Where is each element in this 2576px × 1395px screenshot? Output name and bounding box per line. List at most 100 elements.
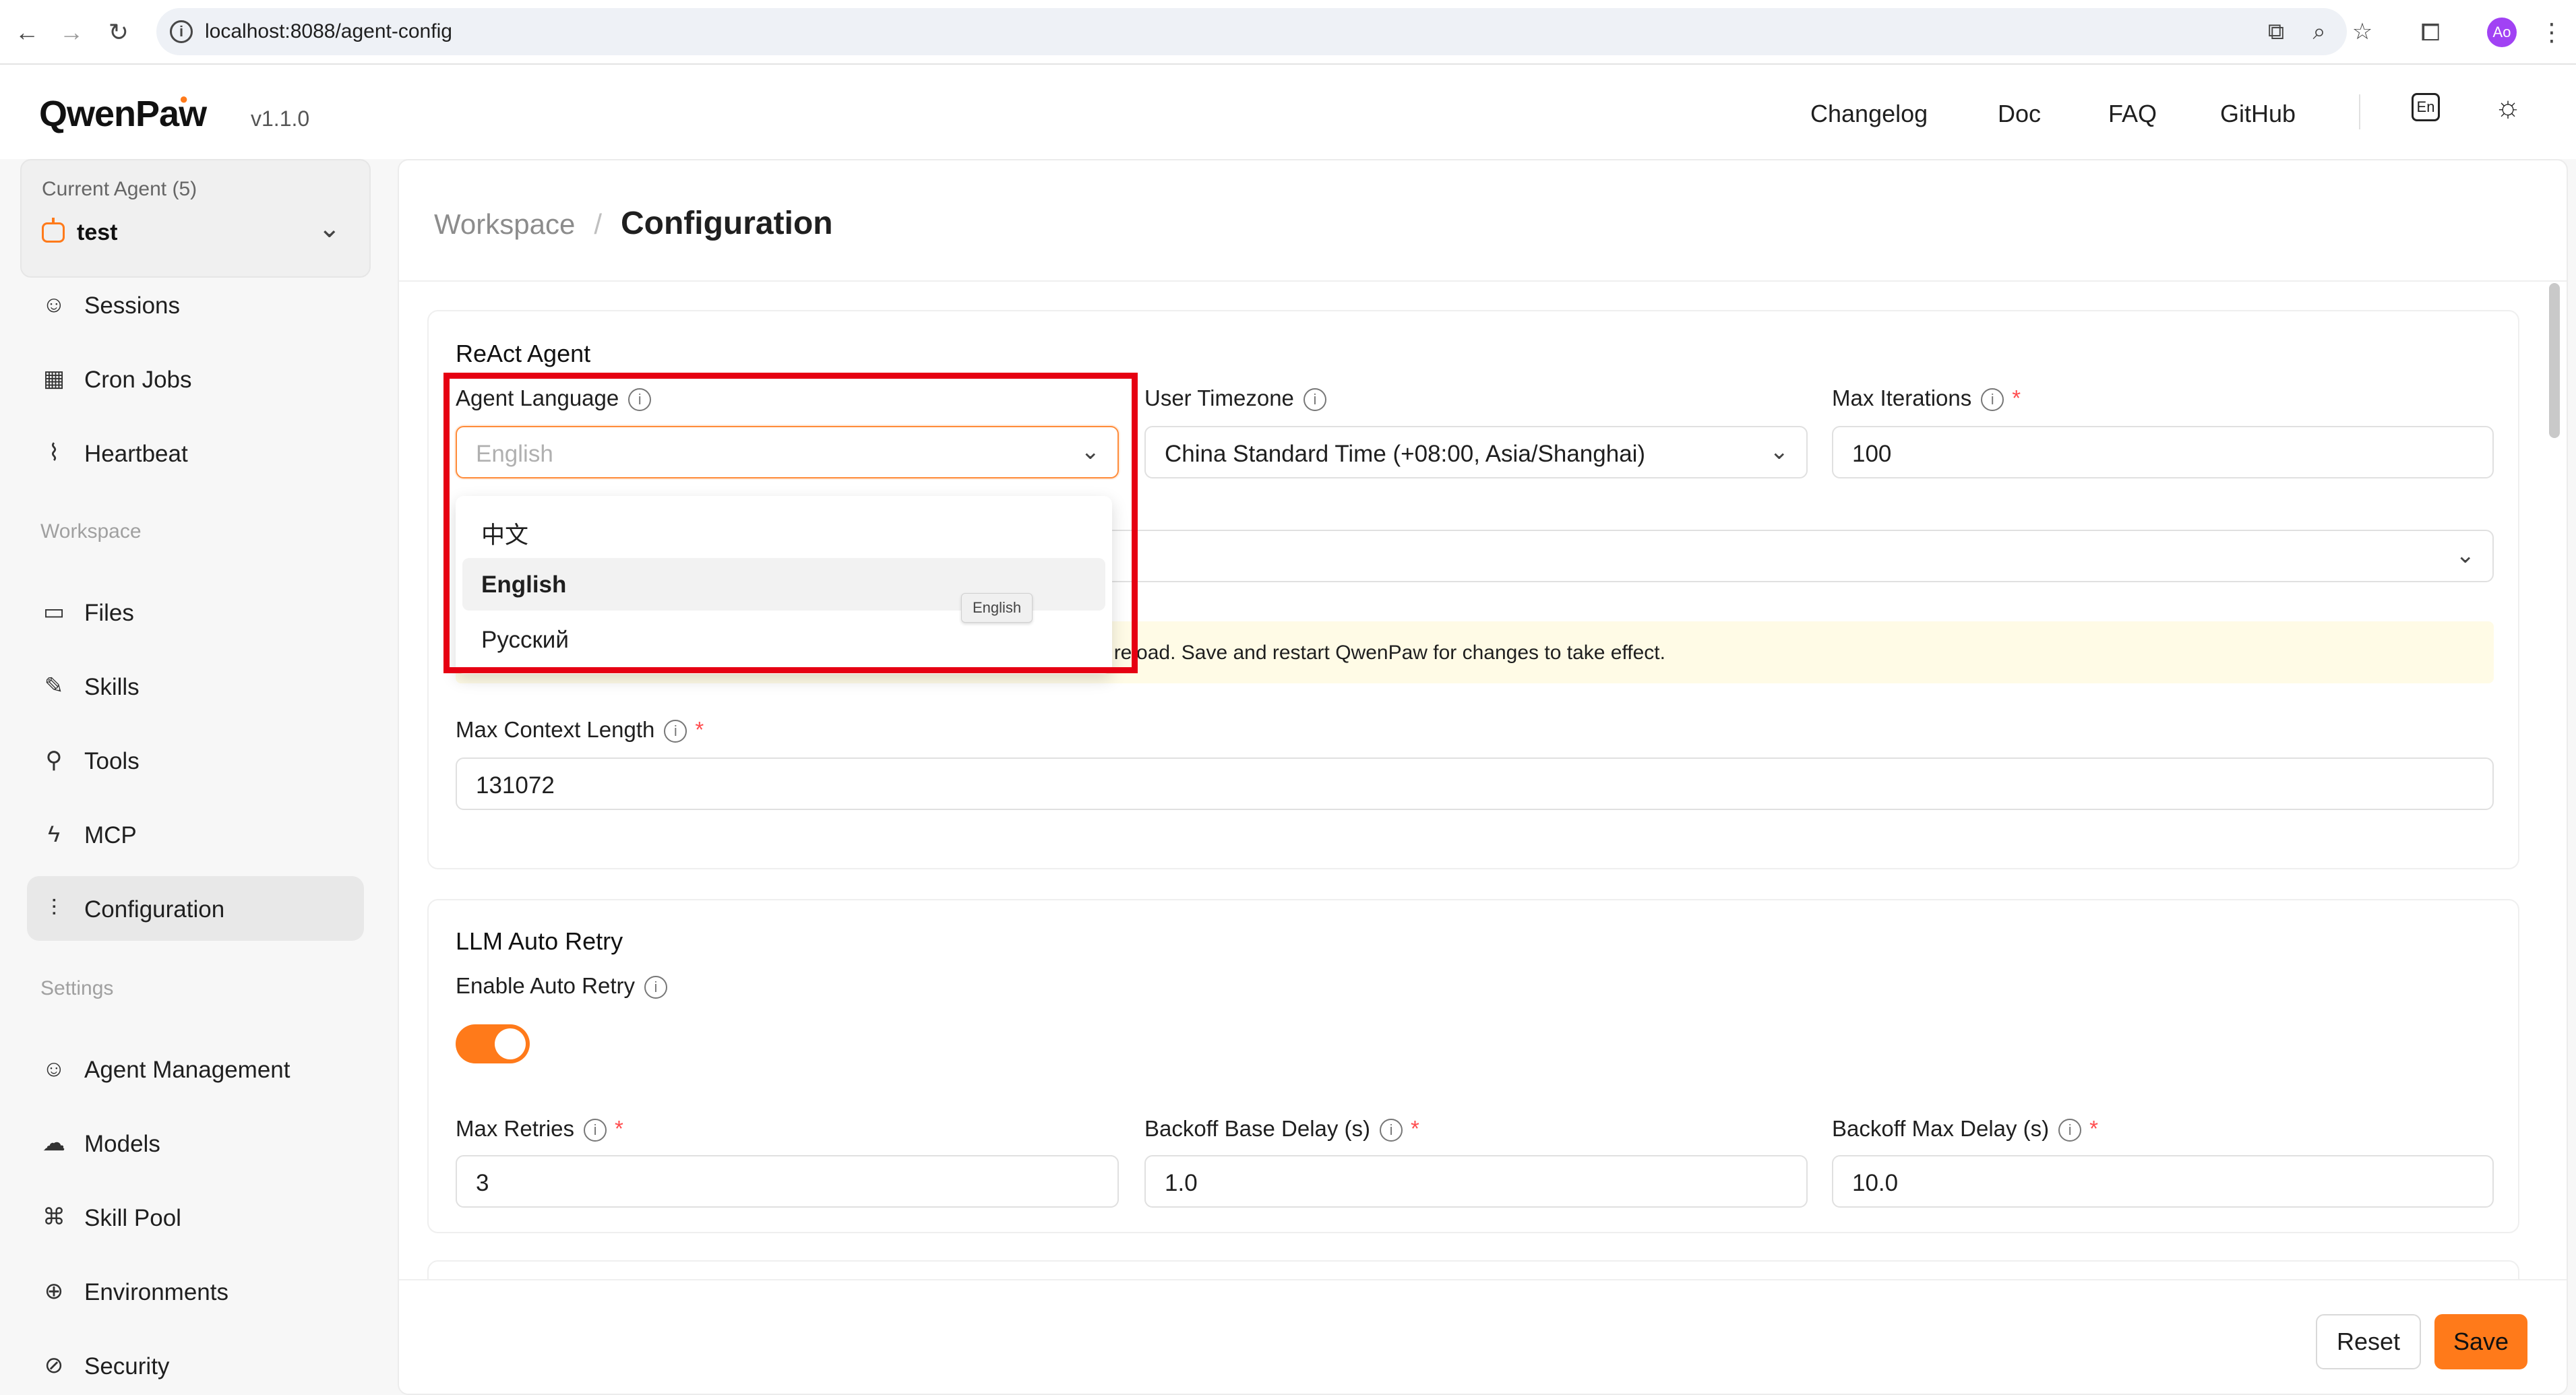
reload-icon[interactable]: ↻ <box>101 15 136 50</box>
site-info-icon[interactable]: i <box>170 20 193 43</box>
sidebar-group-settings: Settings <box>40 977 114 999</box>
warning-message: reload. Save and restart QwenPaw for cha… <box>1113 642 1665 664</box>
react-agent-title: ReAct Agent <box>456 340 591 367</box>
max-context-label: Max Context Length i * <box>456 717 704 743</box>
backoff-base-value: 1.0 <box>1165 1170 1198 1196</box>
header-divider <box>2359 94 2360 129</box>
user-timezone-select[interactable]: China Standard Time (+08:00, Asia/Shangh… <box>1144 426 1808 478</box>
save-button[interactable]: Save <box>2434 1314 2527 1369</box>
globe-icon: ⊕ <box>44 1278 64 1304</box>
user-timezone-value: China Standard Time (+08:00, Asia/Shangh… <box>1165 441 1646 467</box>
label-text: Backoff Max Delay (s) <box>1832 1116 2050 1141</box>
sidebar-item-label: Heartbeat <box>84 441 188 467</box>
models-icon: ☁ <box>42 1130 65 1156</box>
sessions-icon: ☺ <box>42 292 66 317</box>
llm-auto-retry-section: LLM Auto Retry Enable Auto Retry i Max Re… <box>427 899 2519 1233</box>
extensions-icon[interactable]: ⧠ <box>2413 15 2448 50</box>
form-footer: Reset Save <box>399 1279 2567 1394</box>
app-version: v1.1.0 <box>251 106 310 131</box>
translate-icon[interactable]: ⧉ <box>2262 18 2290 46</box>
nav-faq[interactable]: FAQ <box>2108 100 2157 128</box>
max-context-value: 131072 <box>476 772 555 799</box>
max-context-input[interactable]: 131072 <box>456 757 2494 810</box>
enable-auto-retry-toggle[interactable] <box>456 1024 530 1063</box>
info-icon[interactable]: i <box>644 976 667 999</box>
paw-icon: ● <box>179 90 188 107</box>
nav-github[interactable]: GitHub <box>2220 100 2296 128</box>
sidebar-item-mcp[interactable]: ϟ MCP <box>27 802 364 867</box>
user-gear-icon: ☺ <box>42 1056 66 1082</box>
current-agent-label: Current Agent (5) <box>42 178 197 200</box>
current-agent-selector[interactable]: Current Agent (5) test ⌄ <box>20 159 371 278</box>
info-icon[interactable]: i <box>1981 388 2004 411</box>
sidebar-group-workspace: Workspace <box>40 520 142 542</box>
max-iterations-label: Max Iterations i * <box>1832 385 2021 411</box>
sidebar-item-tools[interactable]: ⚲ Tools <box>27 728 364 793</box>
user-timezone-label: User Timezone i <box>1144 385 1326 411</box>
info-icon[interactable]: i <box>664 720 687 743</box>
sidebar-item-agent-management[interactable]: ☺ Agent Management <box>27 1036 364 1101</box>
label-text: Max Retries <box>456 1116 575 1141</box>
sidebar-item-label: MCP <box>84 822 137 848</box>
menu-kebab-icon[interactable]: ⋮ <box>2534 15 2569 50</box>
sliders-icon: ⫶ <box>51 896 57 921</box>
bookmark-star-icon[interactable]: ☆ <box>2348 18 2376 46</box>
main-panel: Workspace / Configuration ReAct Agent Agen… <box>398 159 2568 1395</box>
backoff-base-input[interactable]: 1.0 <box>1144 1155 1808 1208</box>
forward-icon[interactable]: → <box>54 15 89 50</box>
sidebar-item-label: Files <box>84 600 134 626</box>
sidebar-item-label: Skill Pool <box>84 1205 181 1231</box>
nav-doc[interactable]: Doc <box>1998 100 2041 128</box>
reset-button[interactable]: Reset <box>2316 1314 2421 1369</box>
warning-text: t reload. Save and restart QwenPaw for c… <box>1103 642 1665 664</box>
sidebar-item-label: Agent Management <box>84 1057 290 1083</box>
profile-avatar[interactable]: Ao <box>2487 18 2517 47</box>
chevron-down-icon: ⌄ <box>1769 439 1789 464</box>
sidebar-item-cron-jobs[interactable]: ▦ Cron Jobs <box>27 346 364 411</box>
sidebar-item-configuration[interactable]: ⫶ Configuration <box>27 876 364 941</box>
zoom-icon[interactable]: ⌕ <box>2305 18 2333 46</box>
sidebar-item-files[interactable]: ▭ Files <box>27 580 364 644</box>
max-iterations-input[interactable]: 100 <box>1832 426 2494 478</box>
breadcrumb-workspace[interactable]: Workspace <box>434 208 575 240</box>
language-switch-icon[interactable]: En <box>2412 93 2440 121</box>
skills-icon: ✎ <box>44 673 64 699</box>
backoff-max-input[interactable]: 10.0 <box>1832 1155 2494 1208</box>
label-text: Max Iterations <box>1832 385 1972 410</box>
sidebar-item-label: Cron Jobs <box>84 367 192 393</box>
info-icon[interactable]: i <box>1303 388 1326 411</box>
backoff-base-label: Backoff Base Delay (s) i * <box>1144 1116 1419 1142</box>
sidebar-item-label: Environments <box>84 1279 228 1305</box>
sidebar-item-security[interactable]: ⊘ Security <box>27 1333 364 1395</box>
sidebar-item-label: Configuration <box>84 896 225 923</box>
scrollbar-thumb[interactable] <box>2549 283 2560 438</box>
app-logo[interactable]: QwenPaw ● <box>39 90 207 135</box>
folder-icon: ▭ <box>42 599 65 625</box>
sidebar-item-label: Models <box>84 1131 160 1157</box>
chevron-down-icon: ⌄ <box>2455 542 2476 568</box>
toggle-knob <box>495 1028 526 1059</box>
info-icon[interactable]: i <box>1380 1119 1403 1142</box>
calendar-icon: ▦ <box>42 366 65 392</box>
sidebar-item-skill-pool[interactable]: ⌘ Skill Pool <box>27 1185 364 1249</box>
sidebar-item-environments[interactable]: ⊕ Environments <box>27 1259 364 1324</box>
nav-changelog[interactable]: Changelog <box>1810 100 1928 128</box>
sidebar-item-models[interactable]: ☁ Models <box>27 1111 364 1175</box>
chevron-down-icon[interactable]: ⌄ <box>318 213 341 244</box>
annotation-highlight-box <box>443 373 1138 673</box>
address-bar[interactable]: i localhost:8088/agent-config ⧉ ⌕ ☆ <box>156 8 2372 55</box>
header-divider <box>399 280 2567 282</box>
back-icon[interactable]: ← <box>9 15 44 50</box>
backoff-max-label: Backoff Max Delay (s) i * <box>1832 1116 2098 1142</box>
sidebar-item-heartbeat[interactable]: ⌇ Heartbeat <box>27 421 364 485</box>
max-retries-label: Max Retries i * <box>456 1116 623 1142</box>
enable-auto-retry-label: Enable Auto Retry i <box>456 973 667 999</box>
browser-toolbar: ← → ↻ i localhost:8088/agent-config ⧉ ⌕ … <box>0 0 2576 65</box>
robot-icon <box>42 218 65 243</box>
max-retries-input[interactable]: 3 <box>456 1155 1119 1208</box>
info-icon[interactable]: i <box>584 1119 607 1142</box>
theme-toggle-sun-icon[interactable]: ☼ <box>2491 90 2525 124</box>
sidebar-item-skills[interactable]: ✎ Skills <box>27 654 364 718</box>
info-icon[interactable]: i <box>2058 1119 2082 1142</box>
sidebar-item-sessions[interactable]: ☺ Sessions <box>27 272 364 337</box>
